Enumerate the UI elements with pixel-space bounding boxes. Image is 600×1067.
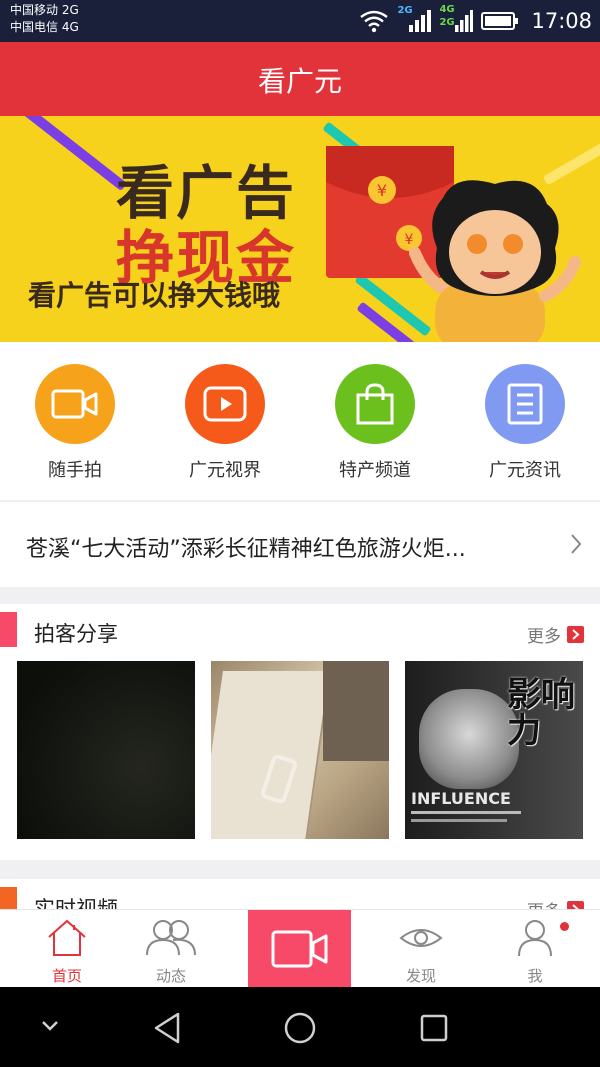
battery-icon bbox=[481, 12, 519, 30]
book-title: 影响力 bbox=[507, 675, 575, 751]
back-icon[interactable] bbox=[152, 1011, 182, 1045]
news-headline-row[interactable]: 苍溪“七大活动”添彩长征精神红色旅游火炬... bbox=[0, 501, 600, 587]
system-nav-bar bbox=[0, 987, 600, 1067]
shopping-bag-icon bbox=[335, 364, 415, 444]
more-label: 更多 bbox=[527, 627, 561, 647]
tab-label: 动态 bbox=[155, 967, 186, 985]
banner-stripe bbox=[2, 116, 128, 192]
bottom-tab-bar: 首页 动态 发现 我 bbox=[0, 909, 600, 988]
menu-label: 随手拍 bbox=[48, 460, 102, 481]
video-record-icon bbox=[271, 930, 327, 968]
quick-menu: 随手拍 广元视界 特产频道 广元资讯 bbox=[0, 342, 600, 500]
chevron-down-icon[interactable] bbox=[40, 1019, 60, 1033]
section-title: 拍客分享 bbox=[34, 622, 118, 646]
tab-record-video[interactable] bbox=[248, 910, 351, 988]
news-list-icon bbox=[485, 364, 565, 444]
home-circle-icon[interactable] bbox=[283, 1011, 317, 1045]
eye-icon bbox=[360, 918, 482, 962]
notification-dot bbox=[560, 922, 569, 931]
app-screen: 中国移动 2G 中国电信 4G 2G 4G 2G 17:08 看广元 看广告 挣… bbox=[0, 0, 600, 1067]
carrier-1: 中国移动 2G bbox=[10, 3, 79, 17]
page-title: 看广元 bbox=[257, 65, 342, 98]
clock: 17:08 bbox=[531, 9, 592, 33]
status-bar: 中国移动 2G 中国电信 4G 2G 4G 2G 17:08 bbox=[0, 0, 600, 42]
ad-banner[interactable]: 看广告 挣现金 看广告可以挣大钱哦 ¥ ¥ bbox=[0, 116, 600, 342]
paike-thumbnail-3[interactable]: 影响力 INFLUENCE bbox=[405, 661, 583, 839]
status-icons: 2G 4G 2G 17:08 bbox=[359, 4, 592, 36]
menu-item-suishoupai[interactable]: 随手拍 bbox=[0, 364, 150, 484]
signal-2-icon: 4G 2G bbox=[439, 4, 474, 34]
menu-item-techan-pindao[interactable]: 特产频道 bbox=[300, 364, 450, 484]
title-bar: 看广元 bbox=[0, 42, 600, 116]
tab-dongtai[interactable]: 动态 bbox=[110, 910, 232, 988]
play-icon bbox=[185, 364, 265, 444]
menu-label: 特产频道 bbox=[339, 460, 411, 481]
book-text-line bbox=[411, 811, 521, 814]
signal-1-icon: 2G bbox=[397, 5, 432, 34]
menu-item-guangyuan-shijie[interactable]: 广元视界 bbox=[150, 364, 300, 484]
menu-label: 广元视界 bbox=[189, 460, 261, 481]
book-subtitle: INFLUENCE bbox=[411, 789, 511, 808]
tab-faxian[interactable]: 发现 bbox=[360, 910, 482, 988]
portrait-face bbox=[419, 689, 519, 789]
tab-me[interactable]: 我 bbox=[474, 910, 596, 988]
cartoon-boy-illustration: ¥ bbox=[396, 180, 581, 342]
menu-label: 广元资讯 bbox=[489, 460, 561, 481]
section-accent-bar bbox=[0, 612, 17, 647]
chevron-right-icon bbox=[571, 534, 582, 554]
svg-text:¥: ¥ bbox=[405, 232, 414, 248]
user-icon bbox=[474, 918, 596, 962]
photo-dark bbox=[17, 661, 195, 839]
svg-text:¥: ¥ bbox=[377, 181, 387, 200]
banner-subline: 看广告可以挣大钱哦 bbox=[28, 279, 281, 312]
carrier-2: 中国电信 4G bbox=[10, 20, 79, 34]
more-link[interactable]: 更多 bbox=[527, 622, 584, 647]
chevron-right-icon bbox=[567, 626, 584, 643]
tab-label: 发现 bbox=[405, 967, 436, 985]
people-icon bbox=[110, 918, 232, 962]
paike-thumbnail-2[interactable] bbox=[211, 661, 389, 839]
news-headline: 苍溪“七大活动”添彩长征精神红色旅游火炬... bbox=[26, 537, 466, 562]
tab-label: 我 bbox=[527, 967, 543, 985]
camera-icon bbox=[35, 364, 115, 444]
wifi-icon bbox=[360, 10, 389, 33]
paike-thumbnail-1[interactable] bbox=[17, 661, 195, 839]
recents-icon[interactable] bbox=[419, 1013, 449, 1043]
book-text-line bbox=[411, 819, 507, 822]
section-paike: 拍客分享 更多 影响力 INFLUENCE bbox=[0, 604, 600, 860]
photo-shadow bbox=[323, 661, 389, 761]
menu-item-guangyuan-zixun[interactable]: 广元资讯 bbox=[450, 364, 600, 484]
